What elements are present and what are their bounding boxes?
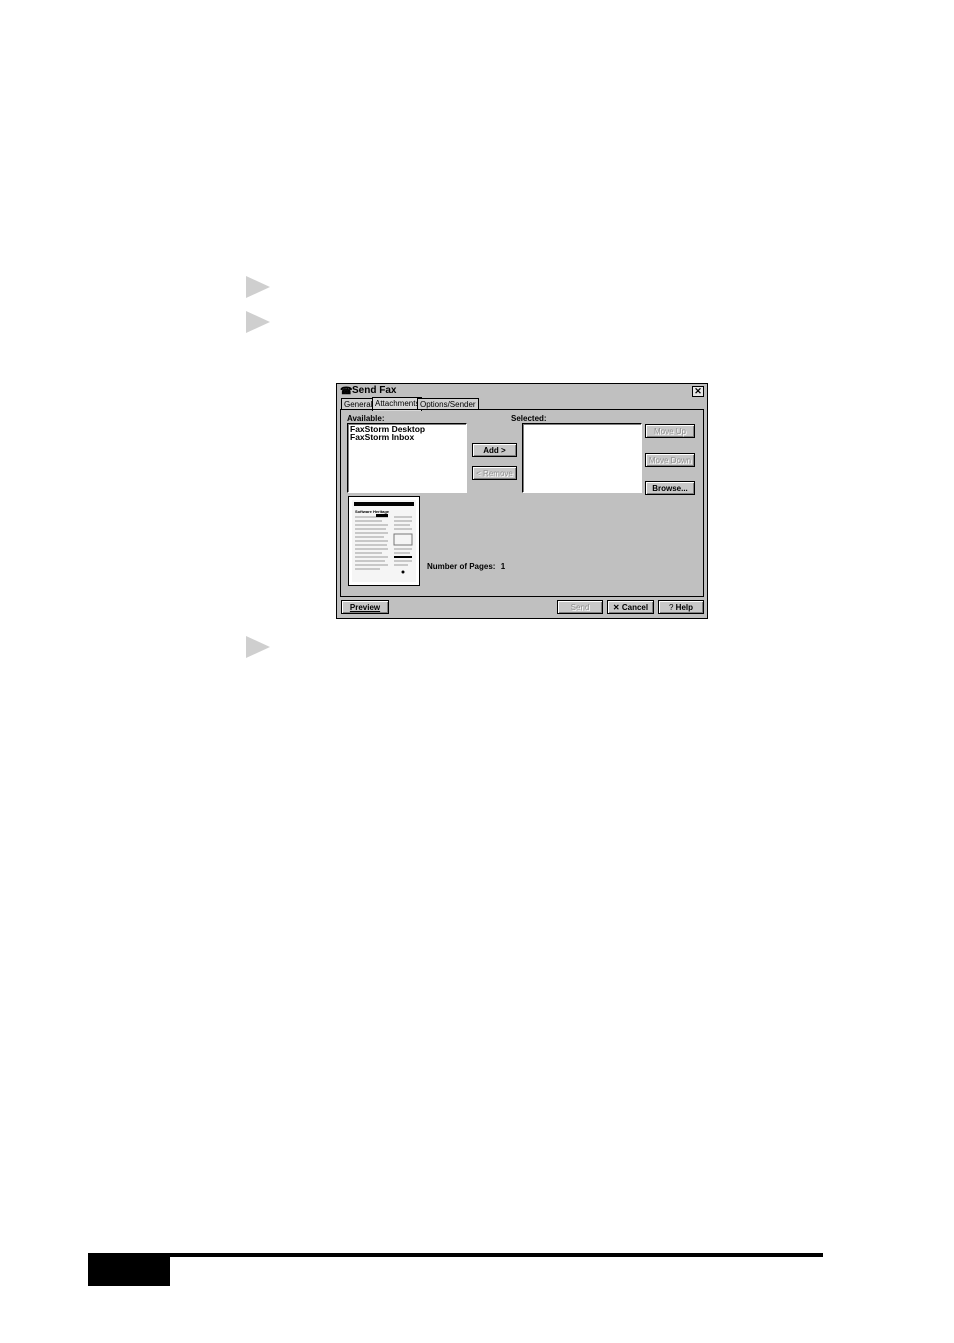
move-down-button[interactable]: Move Down: [645, 453, 695, 467]
footer-rule: [88, 1253, 823, 1257]
attachments-panel: Available: Selected: FaxStorm Desktop Fa…: [340, 409, 704, 597]
cancel-icon: ✕: [612, 603, 620, 612]
step-arrow-icon: [246, 311, 270, 333]
footer-page-block: [88, 1253, 170, 1286]
move-up-button[interactable]: Move Up: [645, 424, 695, 438]
step-arrow-icon: [246, 636, 270, 658]
add-button[interactable]: Add >: [472, 443, 517, 457]
remove-button[interactable]: < Remove: [472, 466, 517, 480]
step-arrow-icon: [246, 276, 270, 298]
title-bar: ☎ Send Fax ✕: [338, 385, 706, 397]
selected-list[interactable]: [522, 423, 642, 493]
fax-app-icon: ☎: [340, 386, 353, 397]
selected-label: Selected:: [511, 414, 547, 423]
available-list[interactable]: FaxStorm Desktop FaxStorm Inbox: [347, 423, 467, 493]
cancel-button[interactable]: ✕ Cancel: [607, 600, 654, 614]
list-item[interactable]: FaxStorm Inbox: [348, 433, 466, 442]
browse-button[interactable]: Browse...: [645, 481, 695, 495]
help-icon: ?: [668, 603, 674, 612]
pages-label: Number of Pages: 1: [427, 562, 505, 571]
thumbnail-text-lines: [355, 514, 413, 574]
send-fax-dialog: ☎ Send Fax ✕ General Attachments Options…: [336, 383, 708, 619]
close-icon[interactable]: ✕: [692, 386, 704, 397]
help-label: Help: [675, 603, 694, 612]
send-button[interactable]: Send: [557, 600, 603, 614]
pages-label-text: Number of Pages:: [427, 562, 496, 571]
cancel-label: Cancel: [621, 603, 649, 612]
thumbnail-header-bar: [354, 502, 414, 506]
preview-button[interactable]: Preview: [341, 600, 389, 614]
dialog-title: Send Fax: [352, 385, 397, 396]
pages-count: 1: [500, 562, 506, 571]
available-label: Available:: [347, 414, 385, 423]
help-button[interactable]: ? Help: [658, 600, 704, 614]
page-thumbnail: Software Heritage: [348, 496, 420, 586]
